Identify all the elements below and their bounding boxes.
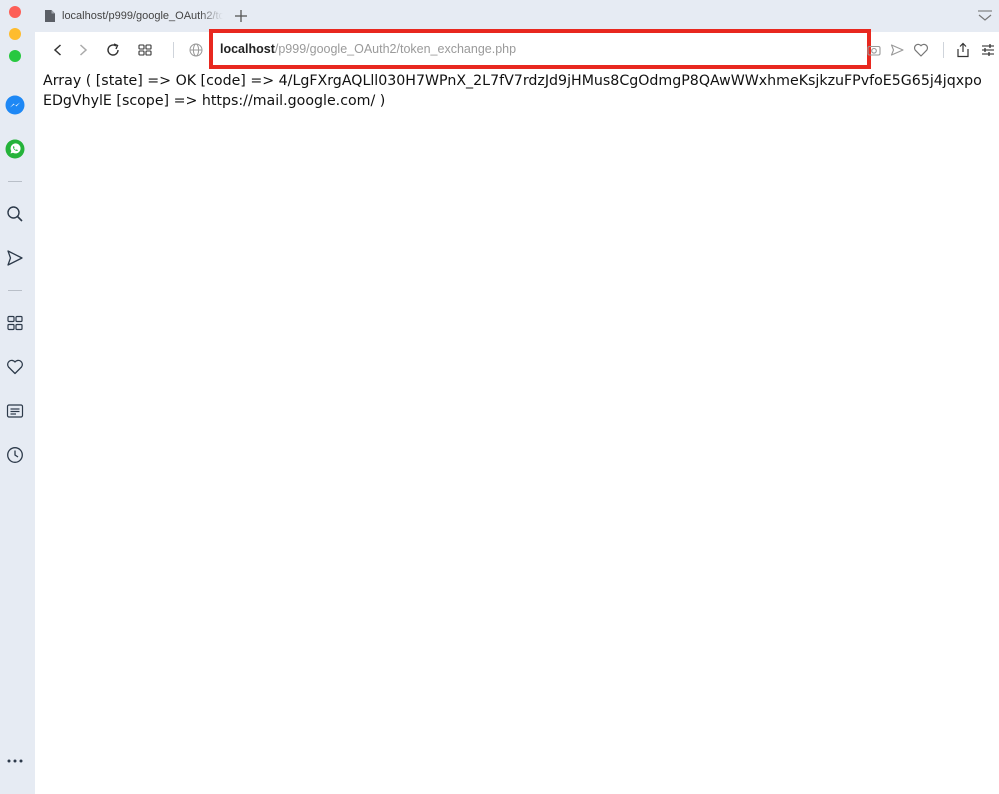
sidebar	[0, 0, 35, 794]
send-to-icon[interactable]	[887, 40, 907, 60]
tab-active[interactable]: localhost/p999/google_OAuth2/token_excha…	[35, 0, 223, 32]
share-icon[interactable]	[953, 40, 973, 60]
speed-dial-button-icon[interactable]	[135, 40, 155, 60]
new-tab-icon[interactable]	[231, 6, 251, 26]
tab-fade	[199, 0, 223, 32]
url-text: localhost/p999/google_OAuth2/token_excha…	[220, 42, 516, 56]
speed-dial-icon[interactable]	[5, 313, 25, 333]
send-icon[interactable]	[5, 248, 25, 268]
toolbar: localhost/p999/google_OAuth2/token_excha…	[35, 29, 999, 69]
maximize-window-button[interactable]	[9, 50, 21, 62]
forward-icon[interactable]	[73, 40, 93, 60]
reload-icon[interactable]	[103, 40, 123, 60]
tab-list-icon[interactable]	[977, 8, 993, 24]
bookmark-heart-icon[interactable]	[911, 40, 931, 60]
tab-bar: localhost/p999/google_OAuth2/token_excha…	[35, 0, 999, 32]
history-icon[interactable]	[5, 445, 25, 465]
page-file-icon	[44, 9, 56, 23]
address-bar[interactable]: localhost/p999/google_OAuth2/token_excha…	[209, 29, 871, 69]
browser-window: localhost/p999/google_OAuth2/token_excha…	[0, 0, 999, 794]
back-icon[interactable]	[48, 40, 68, 60]
toolbar-divider	[173, 42, 174, 58]
toolbar-divider	[943, 42, 944, 58]
site-info-globe-icon[interactable]	[186, 40, 206, 60]
sidebar-divider	[8, 290, 22, 291]
whatsapp-icon[interactable]	[5, 139, 25, 159]
page-body-text: Array ( [state] => OK [code] => 4/LgFXrg…	[43, 73, 982, 109]
url-host: localhost	[220, 42, 275, 56]
close-window-button[interactable]	[9, 6, 21, 18]
messenger-icon[interactable]	[5, 95, 25, 115]
search-icon[interactable]	[5, 204, 25, 224]
more-icon[interactable]	[5, 751, 25, 771]
url-path: /p999/google_OAuth2/token_exchange.php	[274, 42, 517, 56]
news-icon[interactable]	[5, 401, 25, 421]
easy-setup-icon[interactable]	[978, 40, 998, 60]
camera-icon[interactable]	[864, 40, 884, 60]
heart-icon[interactable]	[5, 357, 25, 377]
minimize-window-button[interactable]	[9, 28, 21, 40]
sidebar-divider	[8, 181, 22, 182]
